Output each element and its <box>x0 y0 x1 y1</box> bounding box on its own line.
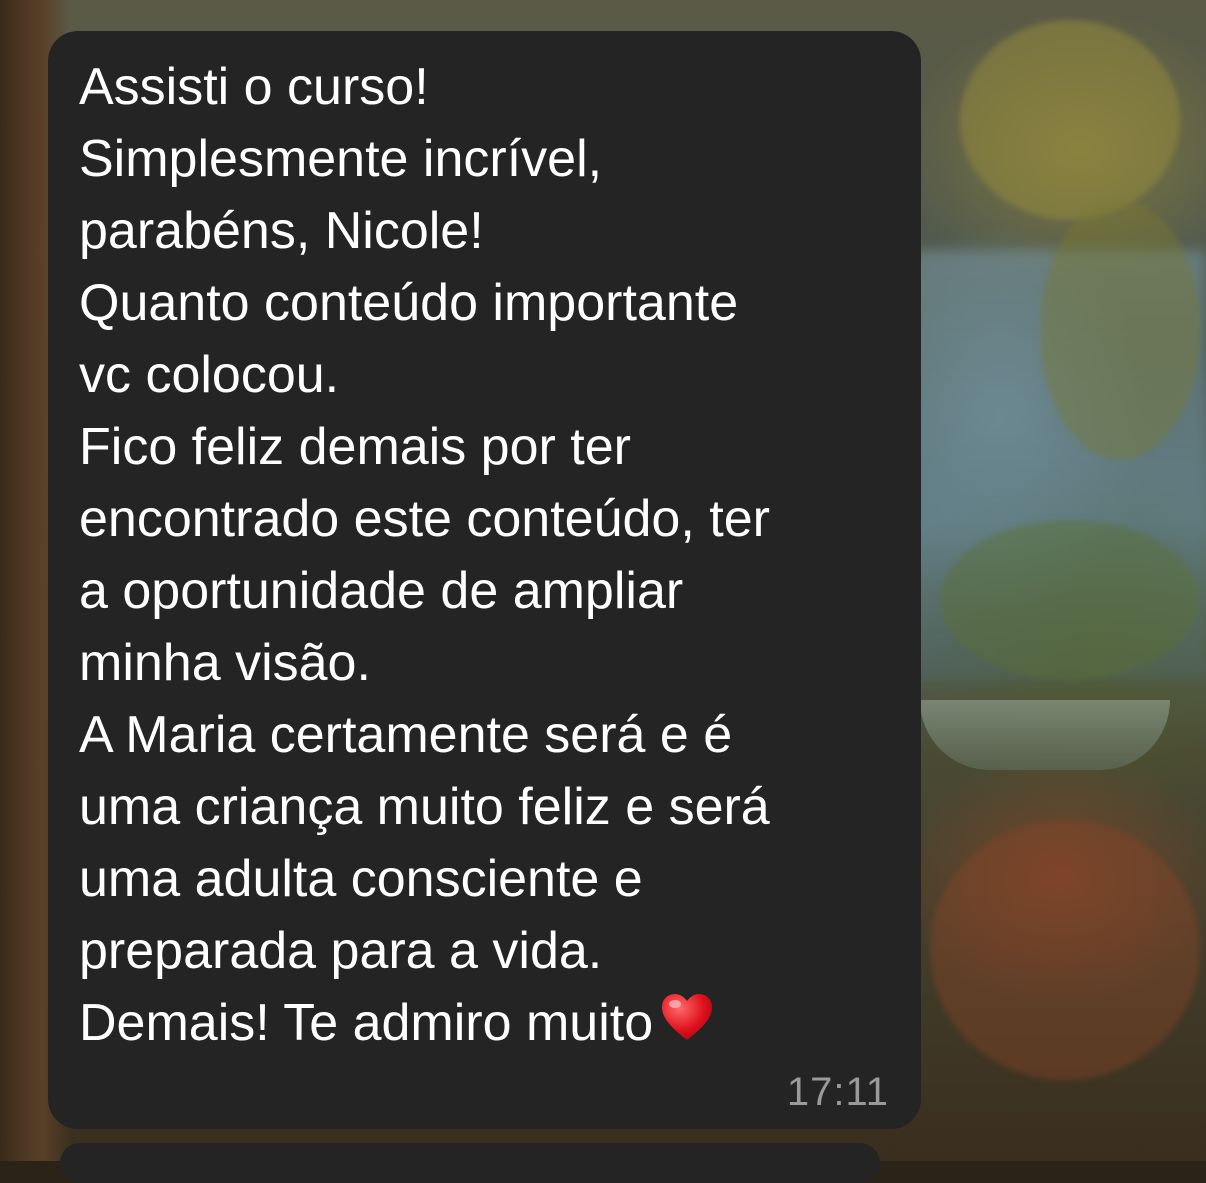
message-line: Assisti o curso! <box>79 58 429 116</box>
message-line-last: Demais! Te admiro muito <box>79 987 909 1059</box>
message-line: uma adulta consciente e <box>79 850 643 908</box>
wallpaper-foliage <box>930 820 1200 1080</box>
wallpaper-foliage <box>960 20 1180 220</box>
message-line: A Maria certamente será e é <box>79 706 733 764</box>
message-line: Fico feliz demais por ter <box>79 418 631 476</box>
message-line: Simplesmente incrível, <box>79 130 603 188</box>
heart-icon <box>659 990 715 1046</box>
message-timestamp: 17:11 <box>786 1070 889 1114</box>
message-line: a oportunidade de ampliar <box>79 562 684 620</box>
message-line: uma criança muito feliz e será <box>79 778 770 836</box>
message-line: parabéns, Nicole! <box>79 202 484 260</box>
message-line: encontrado este conteúdo, ter <box>79 490 770 548</box>
wallpaper-foliage <box>940 520 1200 680</box>
message-line: Quanto conteúdo importante <box>79 274 739 332</box>
message-line: preparada para a vida. <box>79 922 603 980</box>
message-line: minha visão. <box>79 634 371 692</box>
message-bubble[interactable]: Assisti o curso! Simplesmente incrível, … <box>48 31 921 1129</box>
next-message-bubble[interactable] <box>60 1143 880 1183</box>
message-line: vc colocou. <box>79 346 340 404</box>
wallpaper-boat <box>920 700 1170 770</box>
message-text: Assisti o curso! Simplesmente incrível, … <box>79 51 909 1059</box>
wallpaper-foliage <box>1040 200 1200 460</box>
message-line-text: Demais! Te admiro muito <box>79 994 654 1052</box>
